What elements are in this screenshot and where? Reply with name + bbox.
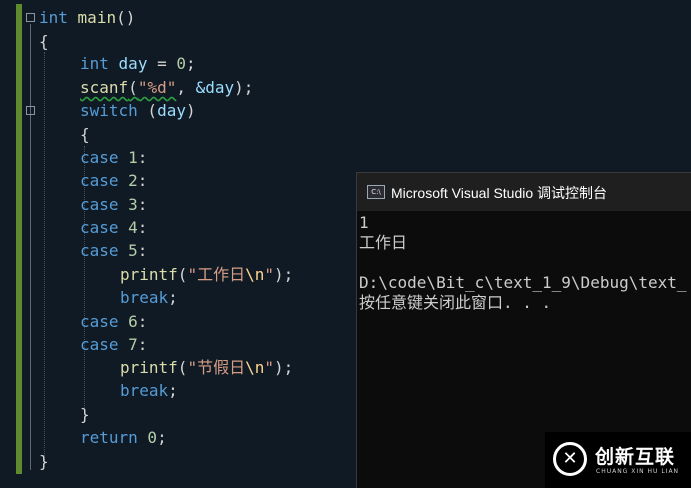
colon: : — [137, 218, 148, 237]
brace: { — [80, 125, 90, 144]
punctuation: ( — [177, 358, 188, 377]
punctuation: , — [176, 78, 196, 97]
identifier: day — [118, 54, 148, 73]
punctuation: ); — [273, 358, 294, 377]
semicolon: ; — [157, 428, 167, 447]
function-call: scanf — [80, 78, 129, 97]
keyword: case — [80, 218, 119, 237]
colon: : — [137, 148, 148, 167]
collapse-main-icon[interactable] — [26, 13, 35, 22]
code-line-2[interactable]: { — [39, 31, 49, 53]
escape-sequence: \n — [245, 358, 265, 377]
console-titlebar[interactable]: C:\ Microsoft Visual Studio 调试控制台 — [357, 173, 691, 211]
number: 3 — [118, 195, 138, 214]
keyword: switch — [80, 101, 138, 120]
number: 2 — [118, 171, 138, 190]
watermark: ✕ 创新互联 CHUANG XIN HU LIAN — [545, 432, 691, 488]
keyword: return — [80, 428, 138, 447]
keyword: break — [120, 288, 169, 307]
string-literal: "工作日 — [187, 265, 246, 284]
keyword: case — [80, 171, 119, 190]
console-app-icon: C:\ — [367, 185, 385, 199]
brace: } — [39, 452, 49, 471]
keyword: case — [80, 148, 119, 167]
console-output-line: D:\code\Bit_c\text_1_9\Debug\text_ — [359, 273, 687, 292]
punctuation: ( — [128, 78, 138, 97]
colon: : — [137, 195, 148, 214]
punctuation: ( — [137, 101, 158, 120]
number: 4 — [118, 218, 138, 237]
indent-guide — [44, 52, 45, 462]
identifier: &day — [195, 78, 235, 97]
code-line-6[interactable]: { — [80, 124, 90, 146]
colon: : — [137, 312, 148, 331]
keyword: case — [80, 195, 119, 214]
code-line-10[interactable]: case 4: — [80, 217, 147, 239]
code-line-8[interactable]: case 2: — [80, 170, 147, 192]
colon: : — [137, 171, 148, 190]
code-line-4[interactable]: scanf("%d", &day); — [80, 77, 253, 99]
code-line-17[interactable]: break; — [120, 380, 178, 402]
identifier: day — [157, 101, 186, 120]
function-name: main — [77, 8, 117, 27]
keyword: case — [80, 241, 119, 260]
string-literal: "%d" — [137, 78, 177, 97]
keyword: break — [120, 381, 169, 400]
code-line-13[interactable]: break; — [120, 287, 178, 309]
code-line-3[interactable]: int day = 0; — [80, 53, 196, 75]
number: 0 — [137, 428, 158, 447]
code-line-14[interactable]: case 6: — [80, 311, 147, 333]
number: 6 — [118, 312, 138, 331]
punctuation: ( — [177, 265, 188, 284]
console-output-line: 按任意键关闭此窗口. . . — [359, 293, 552, 312]
console-title: Microsoft Visual Studio 调试控制台 — [391, 185, 608, 201]
fold-line-switch — [30, 117, 31, 427]
semicolon: ; — [168, 288, 178, 307]
collapse-switch-icon[interactable] — [26, 106, 35, 115]
escape-sequence: \n — [245, 265, 265, 284]
keyword: case — [80, 312, 119, 331]
code-line-9[interactable]: case 3: — [80, 194, 147, 216]
operator: = — [147, 54, 177, 73]
code-line-12[interactable]: printf("工作日\n"); — [120, 264, 293, 286]
code-line-16[interactable]: printf("节假日\n"); — [120, 357, 293, 379]
number: 1 — [118, 148, 138, 167]
function-call: printf — [120, 265, 178, 284]
change-tracking-bar — [16, 4, 22, 474]
number: 0 — [176, 54, 186, 73]
number: 7 — [118, 335, 138, 354]
console-output-line: 1 — [359, 213, 369, 232]
code-line-7[interactable]: case 1: — [80, 147, 147, 169]
console-output-line: 工作日 — [359, 233, 408, 252]
code-line-18[interactable]: } — [80, 404, 90, 426]
punctuation: ) — [185, 101, 196, 120]
brand-logo-icon: ✕ — [553, 442, 587, 476]
code-line-5[interactable]: switch (day) — [80, 100, 196, 122]
punctuation: () — [116, 8, 136, 27]
punctuation: ); — [273, 265, 294, 284]
punctuation: ); — [234, 78, 254, 97]
brace: } — [80, 405, 90, 424]
code-line-19[interactable]: return 0; — [80, 427, 167, 449]
watermark-subtitle: CHUANG XIN HU LIAN — [596, 468, 680, 475]
watermark-title: 创新互联 — [595, 446, 676, 468]
semicolon: ; — [186, 54, 196, 73]
semicolon: ; — [168, 381, 178, 400]
code-line-20[interactable]: } — [39, 451, 49, 473]
keyword: int — [39, 8, 68, 27]
code-line-1[interactable]: int main() — [39, 7, 135, 29]
brace: { — [39, 32, 49, 51]
number: 5 — [118, 241, 138, 260]
string-literal: "节假日 — [187, 358, 246, 377]
code-line-11[interactable]: case 5: — [80, 240, 147, 262]
string-literal: " — [264, 265, 274, 284]
function-call: printf — [120, 358, 178, 377]
keyword: case — [80, 335, 119, 354]
code-line-15[interactable]: case 7: — [80, 334, 147, 356]
colon: : — [137, 335, 148, 354]
string-literal: " — [264, 358, 274, 377]
keyword: int — [80, 54, 109, 73]
colon: : — [137, 241, 148, 260]
